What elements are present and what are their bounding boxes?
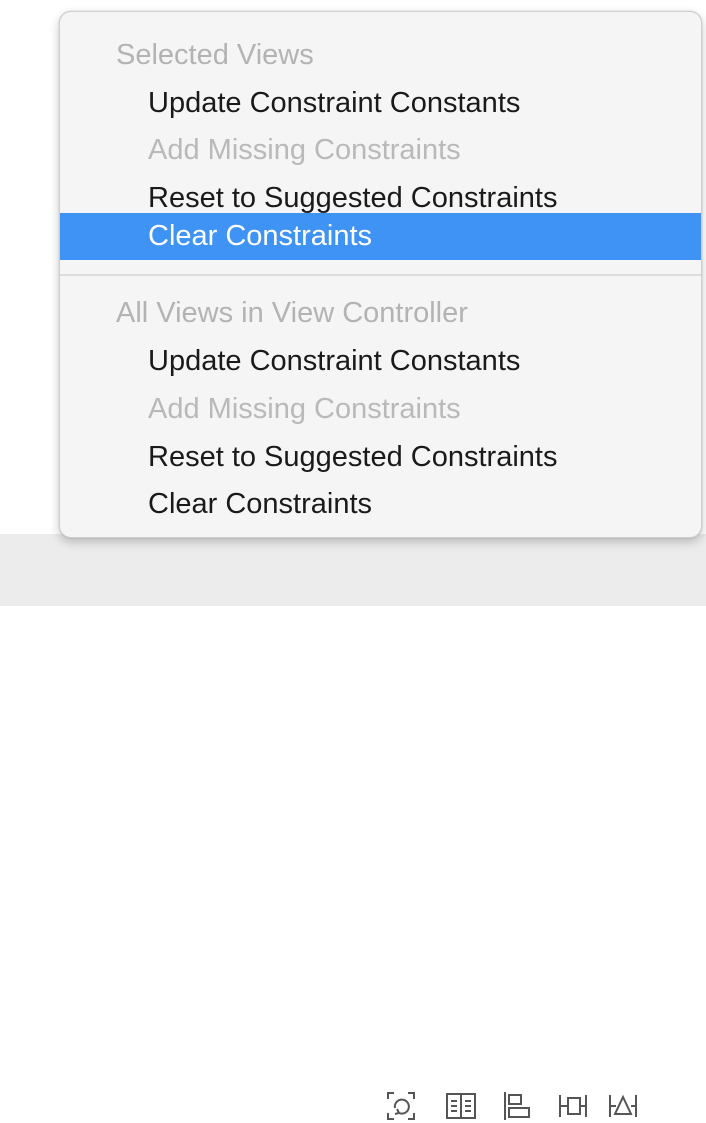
menu-item-add-missing-constraints: Add Missing Constraints (148, 134, 461, 166)
menu-section-header: All Views in View Controller (116, 297, 468, 329)
align-icon[interactable] (500, 1089, 534, 1123)
add-constraints-icon[interactable] (556, 1089, 590, 1123)
menu-item-add-missing-constraints: Add Missing Constraints (148, 393, 461, 425)
menu-section-header: Selected Views (116, 39, 314, 71)
menu-item-update-constraint-constants[interactable]: Update Constraint Constants (60, 338, 701, 385)
update-frames-icon[interactable] (384, 1089, 418, 1123)
menu-item-clear-constraints[interactable]: Clear Constraints (60, 481, 701, 528)
resolve-auto-layout-issues-menu: Selected Views Update Constraint Constan… (59, 11, 702, 538)
resolve-issues-icon[interactable] (606, 1089, 640, 1123)
embed-in-stack-icon[interactable] (444, 1089, 478, 1123)
menu-item-reset-to-suggested-constraints[interactable]: Reset to Suggested Constraints (60, 434, 701, 481)
menu-separator (60, 274, 701, 276)
menu-item-update-constraint-constants[interactable]: Update Constraint Constants (60, 80, 701, 127)
canvas-bottom-toolbar (0, 534, 706, 1120)
menu-item-clear-constraints[interactable]: Clear Constraints (60, 213, 701, 260)
